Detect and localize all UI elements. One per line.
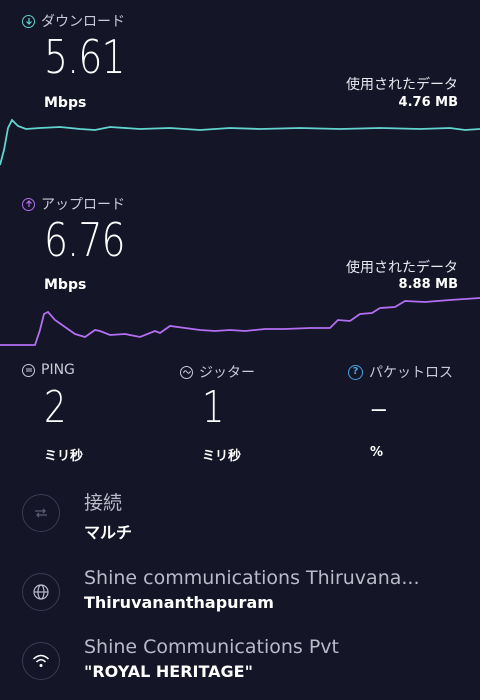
connections-row[interactable]: 接続 マルチ: [22, 488, 132, 543]
download-arrow-icon: [22, 14, 35, 28]
wifi-icon: [22, 642, 60, 680]
jitter-icon: [180, 365, 193, 379]
upload-graph-line: [0, 297, 480, 346]
provider-title: Shine Communications Pvt: [84, 636, 339, 658]
upload-data-used-label: 使用されたデータ: [346, 260, 458, 276]
download-speed: 5.61: [44, 30, 126, 84]
jitter-value: 1: [202, 382, 225, 433]
download-graph: [0, 118, 480, 166]
packet-loss-value: –: [370, 382, 388, 433]
download-label-row: ダウンロード: [22, 11, 125, 31]
server-row[interactable]: Shine communications Thiruvana... Thiruv…: [22, 567, 420, 612]
packet-loss-label: パケットロス: [369, 365, 453, 381]
ping-unit: ミリ秒: [44, 449, 84, 464]
download-data-used-label: 使用されたデータ: [346, 77, 458, 93]
ping-icon: [22, 363, 35, 377]
upload-arrow-icon: [22, 197, 35, 211]
download-unit: Mbps: [44, 95, 87, 111]
upload-graph: [0, 297, 480, 346]
jitter-unit: ミリ秒: [202, 449, 242, 464]
download-label: ダウンロード: [41, 14, 125, 30]
connections-title: 接続: [84, 492, 123, 514]
upload-speed: 6.76: [44, 213, 126, 267]
upload-label-row: アップロード: [22, 194, 125, 214]
jitter-label: ジッター: [199, 365, 255, 381]
provider-network: "ROYAL HERITAGE": [84, 662, 253, 681]
ping-value: 2: [44, 382, 67, 433]
packet-loss-unit: %: [370, 445, 384, 460]
server-title: Shine communications Thiruvana...: [84, 567, 420, 589]
provider-row[interactable]: Shine Communications Pvt "ROYAL HERITAGE…: [22, 636, 339, 681]
download-data-used-value: 4.76 MB: [398, 95, 458, 110]
server-location: Thiruvananthapuram: [84, 593, 274, 612]
connections-value: マルチ: [84, 523, 133, 542]
upload-label: アップロード: [41, 197, 125, 213]
help-icon[interactable]: ?: [348, 364, 363, 380]
globe-icon: [22, 573, 60, 611]
jitter-label-row: ジッター: [180, 362, 255, 382]
packet-loss-label-row[interactable]: ? パケットロス: [348, 362, 453, 382]
ping-label-row: PING: [22, 362, 75, 378]
download-graph-line: [0, 118, 480, 166]
ping-label: PING: [41, 362, 75, 378]
connections-icon: [22, 494, 60, 532]
